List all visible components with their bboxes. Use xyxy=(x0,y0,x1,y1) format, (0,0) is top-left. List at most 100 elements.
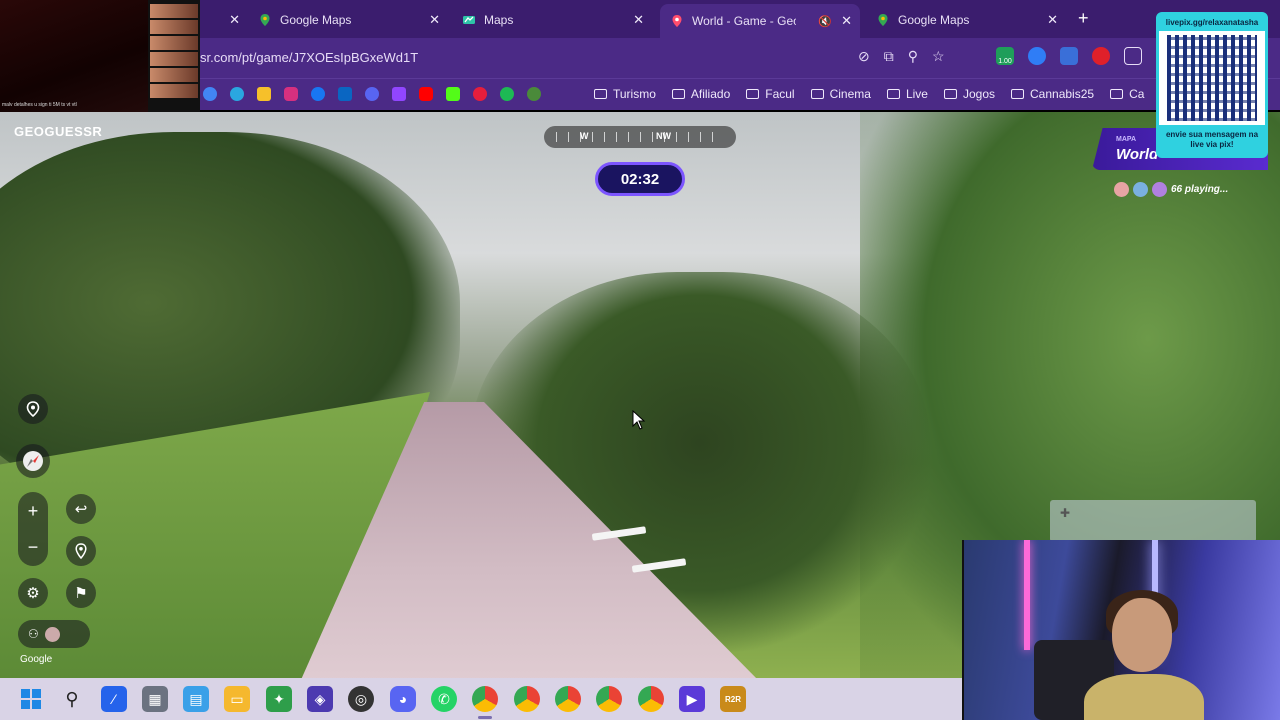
settings-button[interactable]: ⚙ xyxy=(18,578,48,608)
active-indicator xyxy=(478,716,492,719)
bookmark-folder[interactable]: Afiliado xyxy=(671,87,730,101)
muted-speaker-icon[interactable]: 🔇 xyxy=(818,15,832,28)
bookmark-folder[interactable]: Jogos xyxy=(943,87,995,101)
edge-icon[interactable] xyxy=(230,87,244,101)
bookmark-star-icon[interactable]: ☆ xyxy=(932,48,945,65)
tab-google-maps[interactable]: Google Maps ✕ xyxy=(248,6,448,34)
adblock-icon[interactable] xyxy=(1092,47,1110,65)
r2r-label: R2R xyxy=(724,694,741,704)
face xyxy=(1112,598,1172,672)
qr-code xyxy=(1167,35,1257,121)
tab-close-icon[interactable]: ✕ xyxy=(1047,12,1058,28)
report-flag-button[interactable]: ⚑ xyxy=(66,578,96,608)
folder-icon xyxy=(886,89,900,99)
zoom-icon[interactable]: ⚲ xyxy=(908,48,918,65)
folder-icon xyxy=(746,89,760,99)
keep-icon[interactable] xyxy=(257,87,271,101)
media-player-icon[interactable]: ▶ xyxy=(679,686,705,712)
chrome-icon[interactable] xyxy=(514,686,540,712)
r2r-icon[interactable]: R2R xyxy=(720,686,746,712)
vscode-icon[interactable]: ⁄ xyxy=(101,686,127,712)
tab-label: Maps xyxy=(484,13,514,27)
linkedin-icon[interactable] xyxy=(338,87,352,101)
mute-site-icon[interactable]: ⊘ xyxy=(858,48,870,65)
extension-icon[interactable] xyxy=(1028,47,1046,65)
app-icon[interactable]: ◈ xyxy=(307,686,333,712)
tab-label: World - Game - GeoGu xyxy=(692,14,796,28)
emotes-button[interactable]: ⚇ xyxy=(18,620,90,648)
bookmark-folder[interactable]: Cinema xyxy=(810,87,871,101)
player-avatar xyxy=(1133,182,1148,197)
notepad-icon[interactable]: ▤ xyxy=(183,686,209,712)
tab-close-icon[interactable]: ✕ xyxy=(229,12,240,28)
instagram-icon[interactable] xyxy=(284,87,298,101)
tab-close-icon[interactable]: ✕ xyxy=(633,12,644,28)
whatsapp-icon[interactable]: ✆ xyxy=(431,686,457,712)
zoom-out-button[interactable]: − xyxy=(18,532,48,562)
drive-icon[interactable] xyxy=(203,87,217,101)
search-icon[interactable]: ⚲ xyxy=(59,686,85,712)
youtube-icon[interactable] xyxy=(419,87,433,101)
bookmark-folder[interactable]: Cannabis25 xyxy=(1011,87,1094,101)
compass-button[interactable] xyxy=(16,444,50,478)
return-to-start-button[interactable] xyxy=(18,394,48,424)
player-avatar xyxy=(44,626,60,642)
discord-icon[interactable]: ◕ xyxy=(390,686,416,712)
geoguessr-icon xyxy=(670,14,684,28)
app-icon[interactable] xyxy=(527,87,541,101)
chrome-icon[interactable] xyxy=(596,686,622,712)
install-app-icon[interactable]: ⧉ xyxy=(884,48,894,65)
location-pin-icon xyxy=(26,401,40,417)
streamer xyxy=(1084,590,1204,720)
extensions-puzzle-icon[interactable] xyxy=(1124,47,1142,65)
bookmark-folder[interactable]: Facul xyxy=(746,87,795,101)
discord-icon[interactable] xyxy=(365,87,379,101)
tab-close-icon[interactable]: ✕ xyxy=(841,13,852,29)
translate-icon[interactable] xyxy=(1060,47,1078,65)
folder-label: Facul xyxy=(765,87,795,101)
tab-maps[interactable]: Maps ✕ xyxy=(452,6,652,34)
users-icon: ⚇ xyxy=(28,627,39,641)
address-bar-actions: ⊘ ⧉ ⚲ ☆ xyxy=(858,48,945,65)
bookmark-folder[interactable]: Live xyxy=(886,87,928,101)
windows-taskbar: ⚲ ⁄ ▦ ▤ ▭ ✦ ◈ ◎ ◕ ✆ ▶ R2R xyxy=(0,678,962,720)
twitch-icon[interactable] xyxy=(392,87,406,101)
tab-geoguessr[interactable]: World - Game - GeoGu 🔇 ✕ xyxy=(660,4,860,38)
bookmark-shortcuts xyxy=(203,87,541,101)
url-field[interactable]: sr.com/pt/game/J7XOEsIpBGxeWd1T xyxy=(200,50,418,65)
guess-minimap[interactable]: ✚ xyxy=(1050,500,1256,542)
kick-icon[interactable] xyxy=(446,87,460,101)
file-explorer-icon[interactable]: ▭ xyxy=(224,686,250,712)
chrome-icon[interactable] xyxy=(638,686,664,712)
new-tab-button[interactable]: + xyxy=(1078,8,1089,29)
tab-google-maps-2[interactable]: Google Maps ✕ xyxy=(866,6,1066,34)
game-icon[interactable]: ✦ xyxy=(266,686,292,712)
spotify-icon[interactable] xyxy=(500,87,514,101)
folder-icon xyxy=(1110,89,1124,99)
chat-thumbnail xyxy=(150,20,198,34)
bookmark-folder[interactable]: Ca xyxy=(1110,87,1144,101)
google-maps-icon xyxy=(876,13,890,27)
stream-chat-thumbnails xyxy=(148,0,200,112)
tab-1[interactable]: ✕ xyxy=(200,6,248,34)
youtube-music-icon[interactable] xyxy=(473,87,487,101)
screen: ✕ Google Maps ✕ Maps ✕ World - Game - Ge… xyxy=(0,0,1280,720)
chat-thumbnail xyxy=(150,4,198,18)
calculator-icon[interactable]: ▦ xyxy=(142,686,168,712)
chrome-icon[interactable] xyxy=(472,686,498,712)
chrome-icon[interactable] xyxy=(555,686,581,712)
obs-icon[interactable]: ◎ xyxy=(348,686,374,712)
chat-thumbnail xyxy=(150,36,198,50)
geoguessr-logo[interactable]: GEOGUESSR xyxy=(14,124,102,139)
compass-northwest: NW xyxy=(656,131,671,141)
windows-start-icon[interactable] xyxy=(18,686,44,712)
facebook-icon[interactable] xyxy=(311,87,325,101)
speed-extension-icon[interactable]: 1.00 xyxy=(996,47,1014,65)
folder-label: Turismo xyxy=(613,87,656,101)
tab-close-icon[interactable]: ✕ xyxy=(429,12,440,28)
set-checkpoint-button[interactable] xyxy=(66,536,96,566)
undo-move-button[interactable]: ↩ xyxy=(66,494,96,524)
maps-icon xyxy=(462,13,476,27)
zoom-in-button[interactable]: + xyxy=(18,496,48,526)
bookmark-folder[interactable]: Turismo xyxy=(594,87,656,101)
